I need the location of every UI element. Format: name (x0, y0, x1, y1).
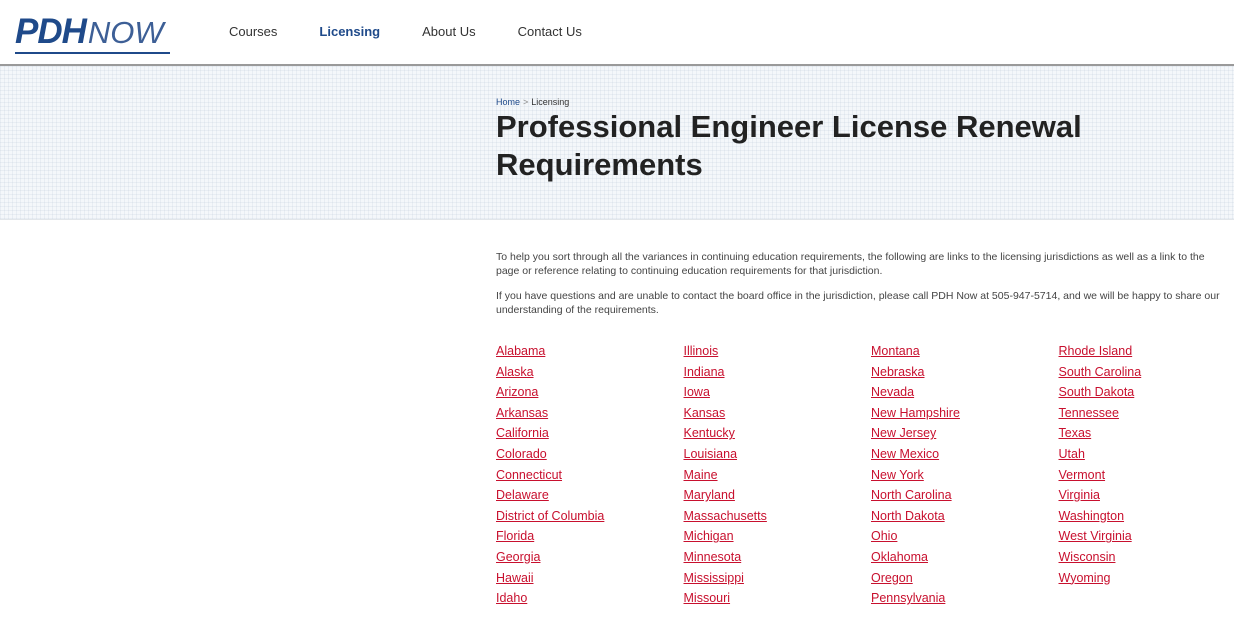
state-link[interactable]: Texas (1059, 423, 1234, 444)
state-link[interactable]: Wisconsin (1059, 547, 1234, 568)
logo-pdh-text: PDH (15, 12, 87, 51)
state-link[interactable]: Kansas (684, 403, 872, 424)
state-link[interactable]: Minnesota (684, 547, 872, 568)
state-link[interactable]: Nebraska (871, 362, 1059, 383)
state-link[interactable]: Massachusetts (684, 506, 872, 527)
state-link[interactable]: Alabama (496, 341, 684, 362)
page-hero: Home > Licensing Professional Engineer Lic… (0, 66, 1234, 220)
state-link[interactable]: Maryland (684, 485, 872, 506)
state-link[interactable]: Missouri (684, 588, 872, 609)
intro-paragraph-2: If you have questions and are unable to … (496, 290, 1220, 316)
state-link[interactable]: North Dakota (871, 506, 1059, 527)
state-link[interactable]: South Carolina (1059, 362, 1234, 383)
breadcrumb-separator: > (523, 97, 529, 107)
state-link[interactable]: Idaho (496, 588, 684, 609)
state-link[interactable]: Delaware (496, 485, 684, 506)
nav-courses[interactable]: Courses (229, 24, 277, 39)
state-column-4: Rhode Island South Carolina South Dakota Te… (1059, 341, 1234, 609)
state-link[interactable]: Pennsylvania (871, 588, 1059, 609)
state-link[interactable]: District of Columbia (496, 506, 684, 527)
site-logo[interactable]: PDHNOW (15, 14, 170, 54)
state-link[interactable]: Montana (871, 341, 1059, 362)
state-link[interactable]: New Jersey (871, 423, 1059, 444)
state-link[interactable]: California (496, 423, 684, 444)
state-link[interactable]: Connecticut (496, 465, 684, 486)
state-link[interactable]: Arizona (496, 382, 684, 403)
state-column-3: Montana Nebraska Nevada New Hampshire New Je… (871, 341, 1059, 609)
state-link[interactable]: Tennessee (1059, 403, 1234, 424)
intro-text: To help you sort through all the varianc… (496, 250, 1226, 328)
state-column-2: Illinois Indiana Iowa Kansas Kentucky Louisia… (684, 341, 872, 609)
state-link[interactable]: New York (871, 465, 1059, 486)
state-link[interactable]: Wyoming (1059, 568, 1234, 589)
page-title: Professional Engineer License Renewal Re… (496, 109, 1082, 182)
logo-wordmark: PDHNOW (15, 14, 164, 49)
breadcrumb-current: Licensing (531, 97, 570, 107)
state-link[interactable]: Florida (496, 526, 684, 547)
state-link[interactable]: Oregon (871, 568, 1059, 589)
state-link[interactable]: Maine (684, 465, 872, 486)
state-link[interactable]: Louisiana (684, 444, 872, 465)
state-link[interactable]: North Carolina (871, 485, 1059, 506)
state-link[interactable]: New Mexico (871, 444, 1059, 465)
nav-contact-us[interactable]: Contact Us (518, 24, 582, 39)
main-nav: Courses Licensing About Us Contact Us (229, 24, 624, 39)
nav-licensing[interactable]: Licensing (319, 24, 380, 39)
logo-now-text: NOW (87, 15, 164, 50)
state-link[interactable]: Colorado (496, 444, 684, 465)
state-link[interactable]: West Virginia (1059, 526, 1234, 547)
state-link[interactable]: Rhode Island (1059, 341, 1234, 362)
intro-paragraph-1: To help you sort through all the varianc… (496, 251, 1205, 277)
state-link[interactable]: Washington (1059, 506, 1234, 527)
nav-about-us[interactable]: About Us (422, 24, 475, 39)
state-link[interactable]: Nevada (871, 382, 1059, 403)
state-link[interactable]: Kentucky (684, 423, 872, 444)
state-link[interactable]: Arkansas (496, 403, 684, 424)
state-link[interactable]: Ohio (871, 526, 1059, 547)
breadcrumb-home-link[interactable]: Home (496, 97, 520, 107)
state-column-1: Alabama Alaska Arizona Arkansas California Co… (496, 341, 684, 609)
state-link[interactable]: Utah (1059, 444, 1234, 465)
state-link[interactable]: Iowa (684, 382, 872, 403)
state-link[interactable]: Indiana (684, 362, 872, 383)
state-link[interactable]: Michigan (684, 526, 872, 547)
state-link[interactable]: Georgia (496, 547, 684, 568)
state-link[interactable]: South Dakota (1059, 382, 1234, 403)
site-header: PDHNOW Courses Licensing About Us Contac… (0, 0, 1234, 66)
state-link[interactable]: Mississippi (684, 568, 872, 589)
state-links-grid: Alabama Alaska Arizona Arkansas California Co… (496, 341, 1234, 609)
state-link[interactable]: Oklahoma (871, 547, 1059, 568)
breadcrumb: Home > Licensing (496, 97, 569, 107)
state-link[interactable]: New Hampshire (871, 403, 1059, 424)
logo-underline (15, 52, 170, 54)
state-link[interactable]: Illinois (684, 341, 872, 362)
state-link[interactable]: Vermont (1059, 465, 1234, 486)
state-link[interactable]: Hawaii (496, 568, 684, 589)
state-link[interactable]: Virginia (1059, 485, 1234, 506)
state-link[interactable]: Alaska (496, 362, 684, 383)
